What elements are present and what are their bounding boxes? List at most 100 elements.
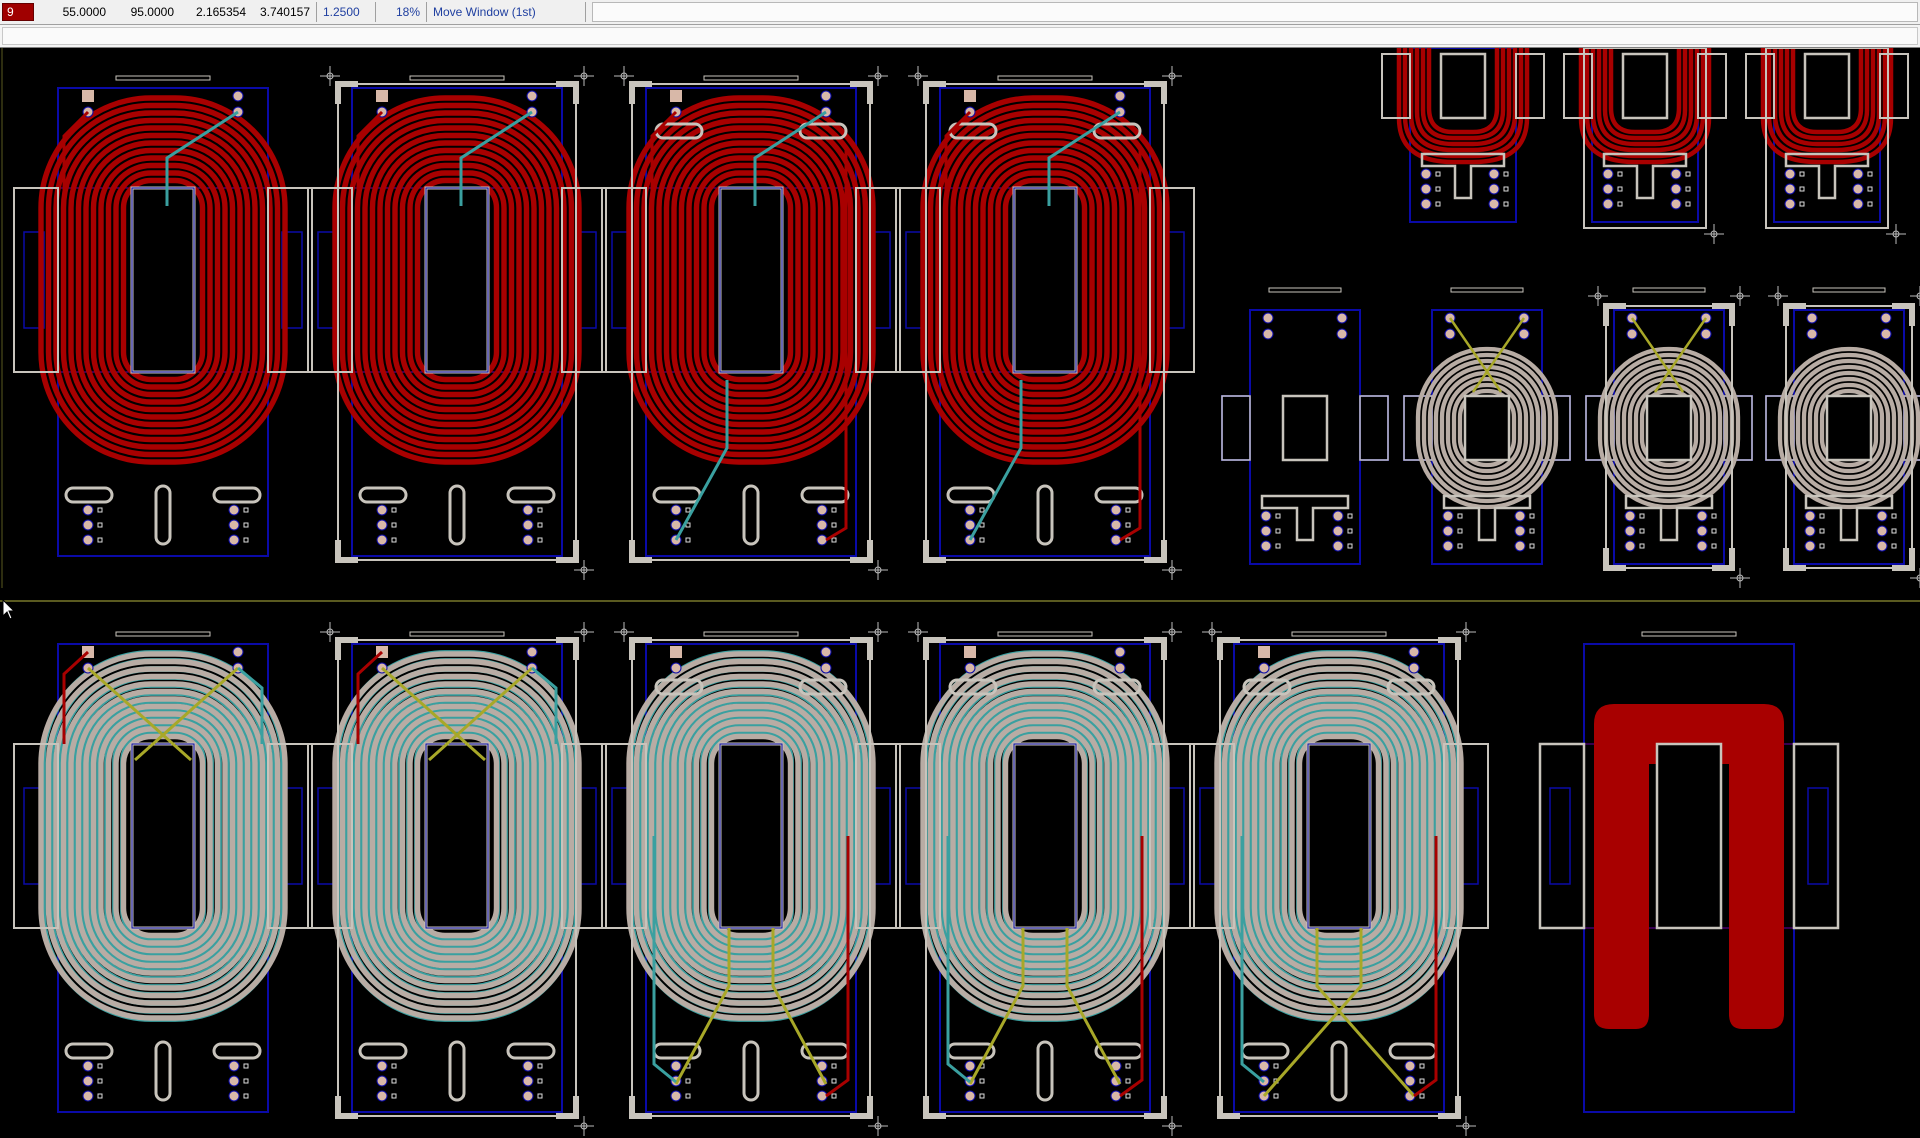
pad bbox=[670, 519, 682, 531]
pad bbox=[526, 646, 538, 658]
core-window bbox=[1306, 742, 1372, 930]
pad bbox=[1262, 328, 1274, 340]
pad bbox=[1670, 168, 1682, 180]
pad bbox=[1514, 510, 1526, 522]
core-window bbox=[1012, 742, 1078, 930]
pin1-pad bbox=[1258, 646, 1270, 658]
pad bbox=[1784, 198, 1796, 210]
core-window bbox=[1012, 186, 1078, 374]
pad bbox=[820, 646, 832, 658]
pad bbox=[964, 662, 976, 674]
pad bbox=[1876, 525, 1888, 537]
pad bbox=[1336, 312, 1348, 324]
coord-x-inch: 2.165354 bbox=[195, 5, 246, 19]
active-layer-indicator[interactable]: 9 bbox=[2, 3, 34, 21]
mouse-pointer-icon bbox=[2, 599, 16, 620]
pad bbox=[964, 1060, 976, 1072]
core-window bbox=[130, 186, 196, 374]
pad bbox=[670, 504, 682, 516]
core-window bbox=[1463, 394, 1511, 462]
core-window bbox=[1439, 52, 1487, 120]
pad bbox=[1852, 198, 1864, 210]
pad bbox=[1602, 168, 1614, 180]
pad bbox=[1518, 328, 1530, 340]
pad bbox=[820, 662, 832, 674]
core-window bbox=[130, 742, 196, 930]
pin1-pad bbox=[964, 646, 976, 658]
pad bbox=[1404, 1075, 1416, 1087]
pad bbox=[232, 90, 244, 102]
pad bbox=[1488, 198, 1500, 210]
pad bbox=[376, 1075, 388, 1087]
secondary-toolbar bbox=[0, 25, 1920, 48]
layout-canvas[interactable] bbox=[0, 48, 1920, 1138]
pad bbox=[1876, 540, 1888, 552]
pad bbox=[1336, 328, 1348, 340]
pad bbox=[1804, 540, 1816, 552]
pad bbox=[82, 1090, 94, 1102]
pad bbox=[1514, 540, 1526, 552]
pin1-pad bbox=[82, 90, 94, 102]
core-window bbox=[718, 186, 784, 374]
status-bar: 9 55.0000 95.0000 2.165354 3.740157 1.25… bbox=[0, 0, 1920, 25]
core-window bbox=[1645, 394, 1693, 462]
pad bbox=[522, 1090, 534, 1102]
pad bbox=[1420, 183, 1432, 195]
pad bbox=[228, 519, 240, 531]
pad bbox=[1624, 510, 1636, 522]
pad bbox=[82, 1075, 94, 1087]
pad bbox=[376, 519, 388, 531]
pad bbox=[1696, 510, 1708, 522]
pad bbox=[1260, 540, 1272, 552]
core-window bbox=[1655, 742, 1723, 930]
core-window bbox=[1825, 394, 1873, 462]
core-window bbox=[424, 186, 490, 374]
pad bbox=[228, 534, 240, 546]
pad bbox=[1852, 183, 1864, 195]
pad bbox=[1602, 198, 1614, 210]
pad bbox=[1670, 183, 1682, 195]
pad bbox=[1258, 662, 1270, 674]
message-field[interactable] bbox=[2, 27, 1918, 45]
pad bbox=[1110, 534, 1122, 546]
pad bbox=[1880, 328, 1892, 340]
pad bbox=[1696, 540, 1708, 552]
pad bbox=[522, 534, 534, 546]
coord-y: 95.0000 bbox=[130, 5, 174, 19]
pad bbox=[376, 1060, 388, 1072]
pad bbox=[522, 1075, 534, 1087]
pad bbox=[1332, 540, 1344, 552]
pad bbox=[670, 1090, 682, 1102]
current-command: Move Window (1st) bbox=[433, 5, 536, 19]
pad bbox=[1876, 510, 1888, 522]
pad bbox=[1260, 510, 1272, 522]
pad bbox=[1258, 1060, 1270, 1072]
pad bbox=[1852, 168, 1864, 180]
pad bbox=[1806, 312, 1818, 324]
pad bbox=[816, 534, 828, 546]
pad bbox=[376, 1090, 388, 1102]
pad bbox=[1696, 525, 1708, 537]
pad bbox=[376, 534, 388, 546]
pad bbox=[1602, 183, 1614, 195]
pin1-pad bbox=[670, 646, 682, 658]
pad bbox=[1408, 662, 1420, 674]
pad bbox=[1804, 525, 1816, 537]
core-window bbox=[424, 742, 490, 930]
coord-x: 55.0000 bbox=[62, 5, 106, 19]
pin1-pad bbox=[376, 90, 388, 102]
pad bbox=[228, 1060, 240, 1072]
pad bbox=[522, 504, 534, 516]
pad bbox=[816, 519, 828, 531]
pad bbox=[1260, 525, 1272, 537]
pad bbox=[82, 504, 94, 516]
coord-y-inch: 3.740157 bbox=[259, 5, 310, 19]
pad bbox=[1110, 1090, 1122, 1102]
command-input[interactable] bbox=[592, 2, 1918, 22]
pad bbox=[1514, 525, 1526, 537]
pad bbox=[670, 1060, 682, 1072]
core-window bbox=[718, 742, 784, 930]
pad bbox=[1784, 183, 1796, 195]
pin1-pad bbox=[964, 90, 976, 102]
pad bbox=[1442, 525, 1454, 537]
